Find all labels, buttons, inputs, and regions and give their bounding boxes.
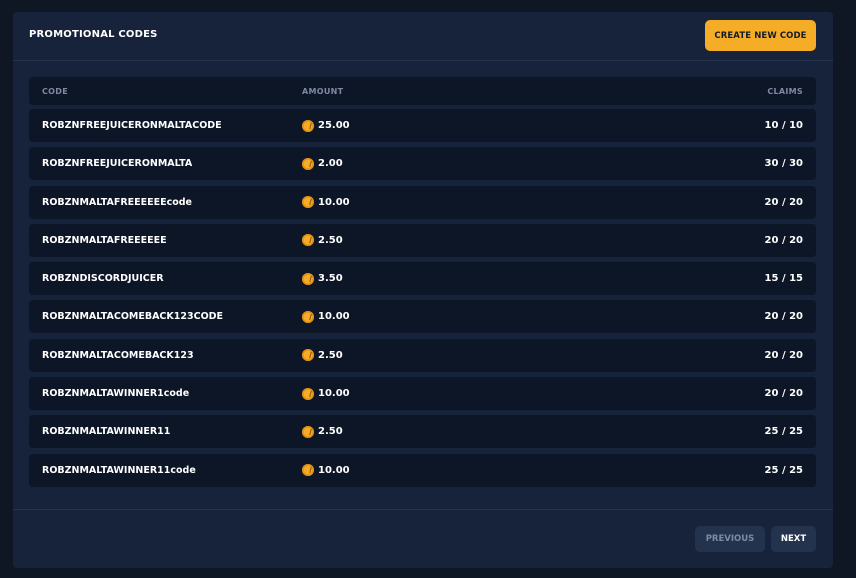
promo-code: ROBZNMALTACOMEBACK123 xyxy=(42,349,194,361)
promo-amount: 25.00 xyxy=(302,119,350,132)
page-title: PROMOTIONAL CODES xyxy=(29,29,158,40)
promo-claims: 20 / 20 xyxy=(764,234,803,246)
table-row: ROBZNMALTAFREEEEEE 2.50 20 / 20 xyxy=(29,223,816,257)
create-new-code-button[interactable]: CREATE NEW CODE xyxy=(705,20,816,51)
table-row: ROBZNMALTACOMEBACK123CODE 10.00 20 / 20 xyxy=(29,300,816,334)
column-header-amount: AMOUNT xyxy=(302,86,344,96)
promo-code: ROBZNFREEJUICERONMALTA xyxy=(42,158,193,170)
promo-code: ROBZNMALTAWINNER1code xyxy=(42,388,190,400)
promo-claims: 15 / 15 xyxy=(764,273,803,285)
promo-amount: 10.00 xyxy=(302,310,350,323)
coin-icon xyxy=(302,464,314,477)
table-header-row: CODE AMOUNT CLAIMS xyxy=(29,77,816,105)
promo-code: ROBZNMALTAWINNER11 xyxy=(42,426,171,438)
panel-header: PROMOTIONAL CODES CREATE NEW CODE xyxy=(13,12,833,61)
coin-icon xyxy=(302,234,314,247)
promo-amount-value: 10.00 xyxy=(318,196,350,208)
promo-amount: 2.50 xyxy=(302,234,343,247)
coin-icon xyxy=(302,272,314,285)
coin-icon xyxy=(302,119,314,132)
promo-amount-value: 10.00 xyxy=(318,388,350,400)
promo-code: ROBZNMALTAFREEEEEEcode xyxy=(42,196,192,208)
promo-claims: 30 / 30 xyxy=(764,158,803,170)
promo-code: ROBZNFREEJUICERONMALTACODE xyxy=(42,120,222,131)
coin-icon xyxy=(302,157,314,170)
coin-icon xyxy=(302,425,314,438)
promo-claims: 25 / 25 xyxy=(764,464,803,476)
promo-amount: 2.00 xyxy=(302,157,343,170)
table-row: ROBZNMALTAWINNER11 2.50 25 / 25 xyxy=(29,415,816,449)
promo-claims: 20 / 20 xyxy=(764,311,803,323)
coin-icon xyxy=(302,387,314,400)
column-header-code: CODE xyxy=(42,86,68,96)
promo-code: ROBZNMALTAFREEEEEE xyxy=(42,234,167,246)
pagination-bar: PREVIOUS NEXT xyxy=(13,509,833,569)
promo-amount: 3.50 xyxy=(302,272,343,285)
promo-codes-panel: PROMOTIONAL CODES CREATE NEW CODE CODE A… xyxy=(13,12,833,568)
promo-amount-value: 2.50 xyxy=(318,234,343,246)
promo-amount-value: 10.00 xyxy=(318,464,350,476)
promo-code: ROBZNDISCORDJUICER xyxy=(42,273,164,285)
table-row: ROBZNMALTAWINNER1code 10.00 20 / 20 xyxy=(29,377,816,411)
table-row: ROBZNFREEJUICERONMALTA 2.00 30 / 30 xyxy=(29,147,816,181)
promo-claims: 20 / 20 xyxy=(764,388,803,400)
promo-amount: 10.00 xyxy=(302,196,350,209)
table-row: ROBZNMALTACOMEBACK123 2.50 20 / 20 xyxy=(29,338,816,372)
promo-amount-value: 2.50 xyxy=(318,426,343,438)
promo-code: ROBZNMALTACOMEBACK123CODE xyxy=(42,311,224,323)
table-row: ROBZNDISCORDJUICER 3.50 15 / 15 xyxy=(29,262,816,296)
table-row: ROBZNFREEJUICERONMALTACODE 25.00 10 / 10 xyxy=(29,109,816,142)
table-row: ROBZNMALTAFREEEEEEcode 10.00 20 / 20 xyxy=(29,185,816,219)
promo-amount-value: 10.00 xyxy=(318,311,350,323)
promo-claims: 20 / 20 xyxy=(764,349,803,361)
next-page-button[interactable]: NEXT xyxy=(771,526,816,552)
promo-claims: 10 / 10 xyxy=(764,120,803,131)
coin-icon xyxy=(302,310,314,323)
table-row: ROBZNMALTAWINNER11code 10.00 25 / 25 xyxy=(29,453,816,487)
promo-amount: 10.00 xyxy=(302,464,350,477)
promo-amount-value: 25.00 xyxy=(318,120,350,131)
promo-claims: 20 / 20 xyxy=(764,196,803,208)
coin-icon xyxy=(302,196,314,209)
column-header-claims: CLAIMS xyxy=(767,86,803,96)
promo-amount: 10.00 xyxy=(302,387,350,400)
promo-codes-table: CODE AMOUNT CLAIMS ROBZNFREEJUICERONMALT… xyxy=(29,77,816,492)
previous-page-button[interactable]: PREVIOUS xyxy=(695,526,765,552)
promo-amount-value: 2.50 xyxy=(318,349,343,361)
promo-amount: 2.50 xyxy=(302,349,343,362)
promo-amount-value: 3.50 xyxy=(318,273,343,285)
promo-amount: 2.50 xyxy=(302,425,343,438)
coin-icon xyxy=(302,349,314,362)
promo-amount-value: 2.00 xyxy=(318,158,343,170)
promo-claims: 25 / 25 xyxy=(764,426,803,438)
promo-code: ROBZNMALTAWINNER11code xyxy=(42,464,196,476)
table-body: ROBZNFREEJUICERONMALTACODE 25.00 10 / 10 RO… xyxy=(29,109,816,487)
